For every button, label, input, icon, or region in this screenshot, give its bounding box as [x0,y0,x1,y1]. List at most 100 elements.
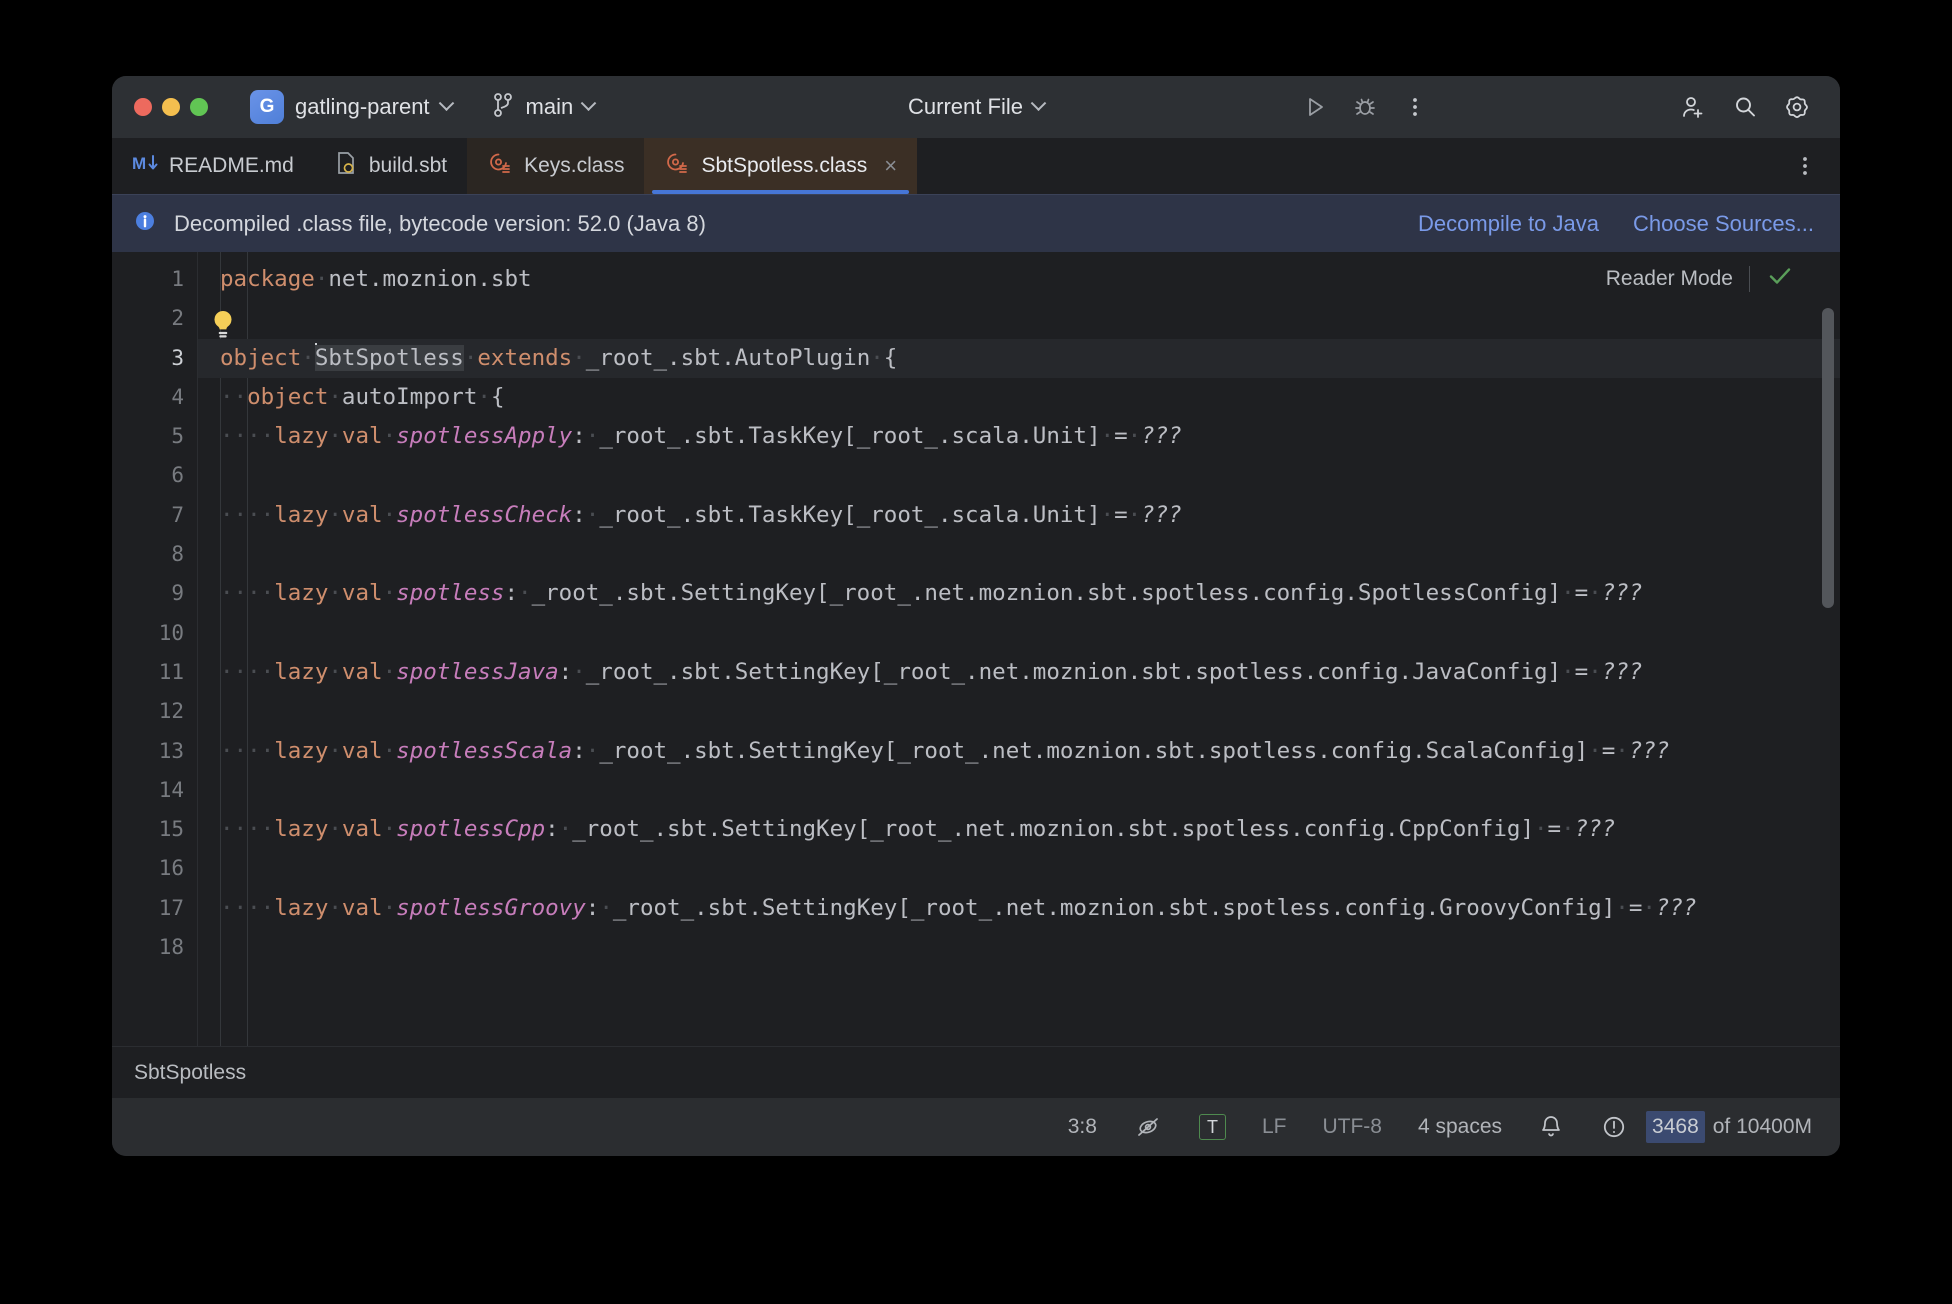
code-token: spotless [396,580,505,607]
check-icon [1766,262,1794,295]
file-encoding[interactable]: UTF-8 [1304,1115,1400,1139]
code-token: val [341,737,383,764]
breadcrumb-path: SbtSpotless [134,1060,247,1084]
code-token: · [1615,737,1629,764]
scala-class-icon [487,150,513,182]
code-line: ··object·autoImport·{ [198,378,1840,417]
code-token: : [572,501,586,528]
tab-label: Keys.class [524,154,625,177]
line-number: 8 [171,542,184,567]
indent-setting[interactable]: 4 spaces [1400,1115,1520,1139]
status-bar: 3:8 T LF UTF-8 4 spaces 3468 of 10400M [112,1098,1840,1156]
reader-mode-label: Reader Mode [1605,266,1733,290]
close-window-button[interactable] [134,98,152,116]
code-token: _root_.sbt.SettingKey[_root_.net.moznion… [572,816,1534,843]
chevron-down-icon [438,94,454,111]
line-separator[interactable]: LF [1244,1115,1305,1139]
bell-icon[interactable] [1520,1113,1582,1141]
more-actions-button[interactable] [1392,84,1438,130]
breadcrumb[interactable]: SbtSpotless [112,1046,1840,1098]
code-line: ····lazy·val·spotlessCpp:·_root_.sbt.Set… [198,810,1840,849]
code-token: · [1100,501,1115,528]
code-token: spotlessCheck [396,501,573,528]
code-token: · [599,894,613,921]
decompile-to-java-link[interactable]: Decompile to Java [1418,211,1599,237]
code-token: · [572,658,586,685]
line-number: 4 [171,384,184,409]
code-token: _root_.sbt.SettingKey[_root_.net.moznion… [585,658,1562,685]
transpose-badge[interactable]: T [1181,1113,1244,1141]
run-debug-buttons [1292,84,1438,130]
desktop-background: G gatling-parent main Current File M REA… [0,0,1952,1304]
tab-keys-class[interactable]: Keys.class [467,138,645,194]
code-token: · [328,501,342,528]
code-token: · [382,737,397,764]
code-text-area[interactable]: package·net.moznion.sbt object·SbtSpotles… [198,252,1840,1046]
code-token: : [572,423,586,450]
line-number: 13 [158,738,184,763]
code-token: · [1127,423,1142,450]
code-token: extends [477,344,573,371]
code-token: · [382,894,397,921]
code-token: _root_.sbt.SettingKey[_root_.net.moznion… [599,737,1589,764]
code-token: ···· [220,423,275,450]
banner-message-group: Decompiled .class file, bytecode version… [132,208,706,239]
code-token: · [382,816,397,843]
line-number-gutter[interactable]: 1 2 3 4 5 6 7 8 9 10 11 12 13 14 15 16 17 18 [112,252,198,1046]
code-token: · [382,423,397,450]
code-token: · [382,658,397,685]
code-token: ??? [1141,423,1182,450]
tab-label: build.sbt [368,154,448,177]
code-token: = [1547,816,1562,843]
code-token: object [220,344,302,371]
code-token: · [870,344,884,371]
code-token: · [328,894,342,921]
code-token: val [341,894,383,921]
tab-sbtspotless-class[interactable]: SbtSpotless.class × [644,138,918,194]
lightbulb-icon[interactable] [208,308,238,347]
code-token: ···· [220,501,275,528]
tab-list-more-button[interactable] [1792,138,1840,194]
tab-build-sbt[interactable]: build.sbt [314,138,467,194]
code-token: · [382,580,397,607]
inspections-off-icon[interactable] [1115,1114,1181,1140]
code-token: · [1642,894,1656,921]
memory-indicator[interactable]: 3468 of 10400M [1646,1111,1816,1143]
caret-position[interactable]: 3:8 [1050,1115,1115,1139]
warning-circle-icon[interactable] [1582,1113,1646,1141]
settings-gear-icon[interactable] [1774,84,1820,130]
code-token: · [518,580,532,607]
markdown-icon: M [132,152,158,180]
tab-readme-md[interactable]: M README.md [112,138,314,194]
line-number: 3 [171,345,184,370]
git-branch-icon [492,92,516,123]
project-selector[interactable]: G gatling-parent [250,90,454,124]
close-tab-icon[interactable]: × [884,155,897,177]
chevron-down-icon [1030,94,1047,111]
reader-mode-indicator[interactable]: Reader Mode [1606,262,1794,295]
code-token: · [314,266,329,292]
code-token: · [328,580,342,607]
code-token: lazy [274,580,329,607]
choose-sources-link[interactable]: Choose Sources... [1633,211,1814,237]
code-token: ···· [220,580,275,607]
add-user-button[interactable] [1670,84,1716,130]
run-configuration-selector[interactable]: Current File [908,94,1047,120]
search-icon[interactable] [1722,84,1768,130]
zoom-window-button[interactable] [190,98,208,116]
decompiled-notification-banner: Decompiled .class file, bytecode version… [112,194,1840,252]
code-token: autoImport [341,383,478,410]
code-token: · [301,344,315,371]
minimize-window-button[interactable] [162,98,180,116]
editor-vertical-scrollbar[interactable] [1822,308,1834,608]
git-branch-selector[interactable]: main [492,92,597,123]
memory-total: of 10400M [1712,1115,1812,1138]
code-token: _root_.sbt.AutoPlugin [585,344,871,371]
run-button[interactable] [1292,84,1338,130]
code-line: ····lazy·val·spotlessScala:·_root_.sbt.S… [198,732,1840,771]
transpose-badge-label: T [1198,1113,1226,1141]
code-token: { [490,383,505,410]
debug-button[interactable] [1342,84,1388,130]
code-token: · [463,344,478,371]
code-token: · [1615,894,1629,921]
